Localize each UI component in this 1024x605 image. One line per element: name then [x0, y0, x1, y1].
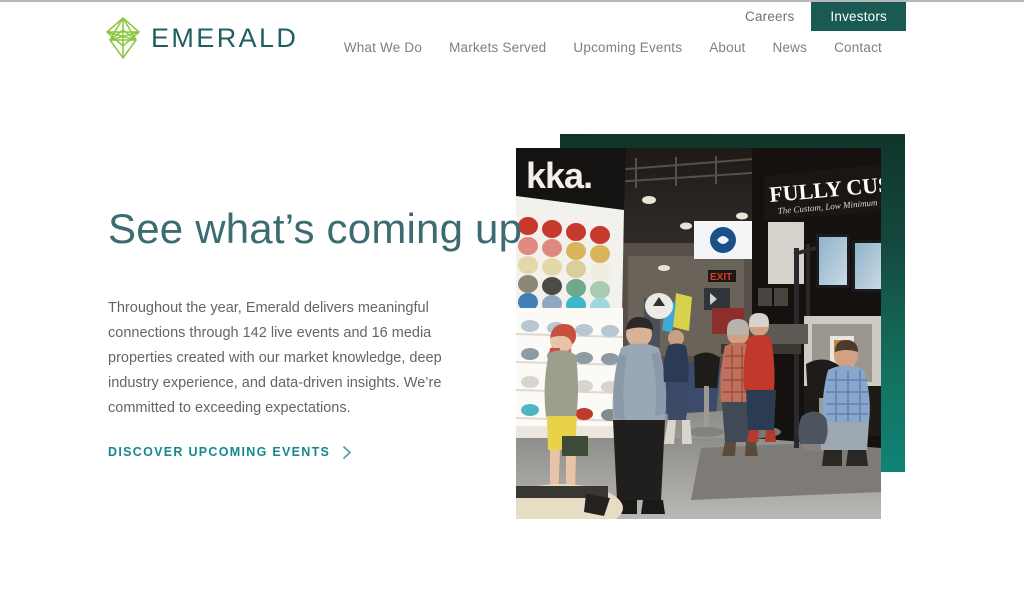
- discover-upcoming-events-link[interactable]: DISCOVER UPCOMING EVENTS: [108, 445, 353, 459]
- svg-text:kka.: kka.: [526, 155, 592, 196]
- page-root: EMERALD Careers Investors What We Do Mar…: [0, 0, 1024, 605]
- hero-copy: See what’s coming up Throughout the year…: [108, 205, 523, 461]
- cta-label: DISCOVER UPCOMING EVENTS: [108, 445, 331, 460]
- tradeshow-photo-illustration: kka. EXIT FULLY CUSTOM The Custom, Low M…: [516, 148, 881, 519]
- svg-text:EXIT: EXIT: [710, 272, 732, 283]
- hero-photo: kka. EXIT FULLY CUSTOM The Custom, Low M…: [516, 148, 881, 519]
- hero-description: Throughout the year, Emerald delivers me…: [108, 300, 442, 417]
- page-title: See what’s coming up: [108, 205, 523, 252]
- chevron-right-icon: [343, 445, 352, 459]
